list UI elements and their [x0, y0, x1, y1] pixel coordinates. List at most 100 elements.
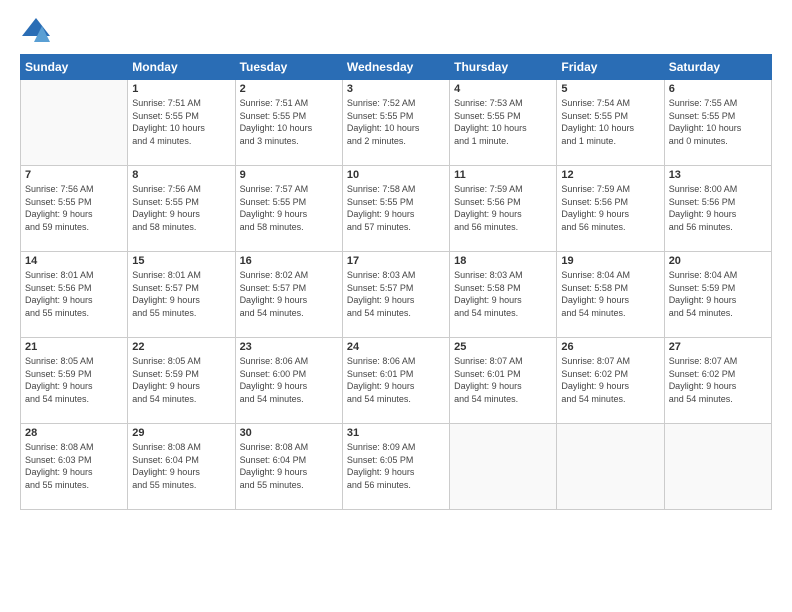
calendar-week-row: 14 Sunrise: 8:01 AMSunset: 5:56 PMDayligh…: [21, 252, 772, 338]
day-info: Sunrise: 8:06 AMSunset: 6:01 PMDaylight:…: [347, 355, 445, 405]
day-info: Sunrise: 7:51 AMSunset: 5:55 PMDaylight:…: [240, 97, 338, 147]
day-info: Sunrise: 8:00 AMSunset: 5:56 PMDaylight:…: [669, 183, 767, 233]
calendar-cell: 27 Sunrise: 8:07 AMSunset: 6:02 PMDayligh…: [664, 338, 771, 424]
day-info: Sunrise: 7:59 AMSunset: 5:56 PMDaylight:…: [454, 183, 552, 233]
day-number: 19: [561, 255, 659, 267]
weekday-header: Monday: [128, 55, 235, 80]
calendar-cell: 17 Sunrise: 8:03 AMSunset: 5:57 PMDayligh…: [342, 252, 449, 338]
calendar-cell: 9 Sunrise: 7:57 AMSunset: 5:55 PMDaylight…: [235, 166, 342, 252]
day-number: 8: [132, 169, 230, 181]
day-info: Sunrise: 8:01 AMSunset: 5:57 PMDaylight:…: [132, 269, 230, 319]
calendar-cell: 3Sunrise: 7:52 AMSunset: 5:55 PMDaylight…: [342, 80, 449, 166]
day-info: Sunrise: 8:07 AMSunset: 6:01 PMDaylight:…: [454, 355, 552, 405]
day-info: Sunrise: 8:08 AMSunset: 6:03 PMDaylight:…: [25, 441, 123, 491]
day-info: Sunrise: 7:56 AMSunset: 5:55 PMDaylight:…: [25, 183, 123, 233]
calendar-cell: [557, 424, 664, 510]
day-info: Sunrise: 7:55 AMSunset: 5:55 PMDaylight:…: [669, 97, 767, 147]
day-number: 13: [669, 169, 767, 181]
day-number: 7: [25, 169, 123, 181]
calendar-cell: 20Sunrise: 8:04 AMSunset: 5:59 PMDayligh…: [664, 252, 771, 338]
day-number: 5: [561, 83, 659, 95]
calendar-cell: 23Sunrise: 8:06 AMSunset: 6:00 PMDayligh…: [235, 338, 342, 424]
calendar-cell: 6 Sunrise: 7:55 AMSunset: 5:55 PMDaylight…: [664, 80, 771, 166]
day-info: Sunrise: 7:54 AMSunset: 5:55 PMDaylight:…: [561, 97, 659, 147]
calendar-cell: 10Sunrise: 7:58 AMSunset: 5:55 PMDayligh…: [342, 166, 449, 252]
weekday-header: Saturday: [664, 55, 771, 80]
calendar-cell: 24 Sunrise: 8:06 AMSunset: 6:01 PMDayligh…: [342, 338, 449, 424]
day-number: 15: [132, 255, 230, 267]
day-info: Sunrise: 8:06 AMSunset: 6:00 PMDaylight:…: [240, 355, 338, 405]
day-info: Sunrise: 8:05 AMSunset: 5:59 PMDaylight:…: [25, 355, 123, 405]
day-info: Sunrise: 8:09 AMSunset: 6:05 PMDaylight:…: [347, 441, 445, 491]
calendar-cell: 28 Sunrise: 8:08 AMSunset: 6:03 PMDayligh…: [21, 424, 128, 510]
day-number: 16: [240, 255, 338, 267]
calendar-week-row: 1 Sunrise: 7:51 AMSunset: 5:55 PMDaylight…: [21, 80, 772, 166]
calendar-cell: 16 Sunrise: 8:02 AMSunset: 5:57 PMDayligh…: [235, 252, 342, 338]
calendar: SundayMondayTuesdayWednesdayThursdayFrid…: [20, 54, 772, 600]
day-number: 28: [25, 427, 123, 439]
day-info: Sunrise: 8:07 AMSunset: 6:02 PMDaylight:…: [561, 355, 659, 405]
day-info: Sunrise: 8:01 AMSunset: 5:56 PMDaylight:…: [25, 269, 123, 319]
day-info: Sunrise: 7:57 AMSunset: 5:55 PMDaylight:…: [240, 183, 338, 233]
weekday-header: Sunday: [21, 55, 128, 80]
day-number: 1: [132, 83, 230, 95]
day-number: 11: [454, 169, 552, 181]
day-number: 12: [561, 169, 659, 181]
calendar-cell: 8 Sunrise: 7:56 AMSunset: 5:55 PMDaylight…: [128, 166, 235, 252]
calendar-cell: 25 Sunrise: 8:07 AMSunset: 6:01 PMDayligh…: [450, 338, 557, 424]
calendar-cell: [450, 424, 557, 510]
day-info: Sunrise: 8:04 AMSunset: 5:59 PMDaylight:…: [669, 269, 767, 319]
calendar-cell: 12Sunrise: 7:59 AMSunset: 5:56 PMDayligh…: [557, 166, 664, 252]
day-number: 2: [240, 83, 338, 95]
calendar-cell: 1 Sunrise: 7:51 AMSunset: 5:55 PMDaylight…: [128, 80, 235, 166]
day-info: Sunrise: 7:56 AMSunset: 5:55 PMDaylight:…: [132, 183, 230, 233]
day-number: 27: [669, 341, 767, 353]
calendar-cell: [21, 80, 128, 166]
calendar-cell: 4 Sunrise: 7:53 AMSunset: 5:55 PMDaylight…: [450, 80, 557, 166]
day-number: 14: [25, 255, 123, 267]
day-number: 9: [240, 169, 338, 181]
day-number: 31: [347, 427, 445, 439]
day-info: Sunrise: 8:07 AMSunset: 6:02 PMDaylight:…: [669, 355, 767, 405]
logo-icon: [20, 16, 52, 44]
weekday-header-row: SundayMondayTuesdayWednesdayThursdayFrid…: [21, 55, 772, 80]
day-number: 10: [347, 169, 445, 181]
weekday-header: Friday: [557, 55, 664, 80]
calendar-cell: 29Sunrise: 8:08 AMSunset: 6:04 PMDayligh…: [128, 424, 235, 510]
day-number: 26: [561, 341, 659, 353]
day-info: Sunrise: 8:08 AMSunset: 6:04 PMDaylight:…: [132, 441, 230, 491]
weekday-header: Wednesday: [342, 55, 449, 80]
day-number: 17: [347, 255, 445, 267]
day-number: 24: [347, 341, 445, 353]
calendar-cell: 13 Sunrise: 8:00 AMSunset: 5:56 PMDayligh…: [664, 166, 771, 252]
day-number: 25: [454, 341, 552, 353]
calendar-cell: 11 Sunrise: 7:59 AMSunset: 5:56 PMDayligh…: [450, 166, 557, 252]
calendar-cell: 26 Sunrise: 8:07 AMSunset: 6:02 PMDayligh…: [557, 338, 664, 424]
day-info: Sunrise: 8:04 AMSunset: 5:58 PMDaylight:…: [561, 269, 659, 319]
day-info: Sunrise: 8:03 AMSunset: 5:57 PMDaylight:…: [347, 269, 445, 319]
calendar-cell: 18Sunrise: 8:03 AMSunset: 5:58 PMDayligh…: [450, 252, 557, 338]
calendar-cell: 5 Sunrise: 7:54 AMSunset: 5:55 PMDaylight…: [557, 80, 664, 166]
day-info: Sunrise: 7:53 AMSunset: 5:55 PMDaylight:…: [454, 97, 552, 147]
day-number: 3: [347, 83, 445, 95]
calendar-cell: 31 Sunrise: 8:09 AMSunset: 6:05 PMDayligh…: [342, 424, 449, 510]
calendar-week-row: 21Sunrise: 8:05 AMSunset: 5:59 PMDayligh…: [21, 338, 772, 424]
day-info: Sunrise: 8:03 AMSunset: 5:58 PMDaylight:…: [454, 269, 552, 319]
day-number: 6: [669, 83, 767, 95]
day-info: Sunrise: 8:02 AMSunset: 5:57 PMDaylight:…: [240, 269, 338, 319]
calendar-cell: 14 Sunrise: 8:01 AMSunset: 5:56 PMDayligh…: [21, 252, 128, 338]
calendar-cell: 30Sunrise: 8:08 AMSunset: 6:04 PMDayligh…: [235, 424, 342, 510]
page: SundayMondayTuesdayWednesdayThursdayFrid…: [0, 0, 792, 612]
day-number: 4: [454, 83, 552, 95]
calendar-cell: 22Sunrise: 8:05 AMSunset: 5:59 PMDayligh…: [128, 338, 235, 424]
weekday-header: Thursday: [450, 55, 557, 80]
calendar-cell: 21Sunrise: 8:05 AMSunset: 5:59 PMDayligh…: [21, 338, 128, 424]
day-info: Sunrise: 8:08 AMSunset: 6:04 PMDaylight:…: [240, 441, 338, 491]
calendar-week-row: 28 Sunrise: 8:08 AMSunset: 6:03 PMDayligh…: [21, 424, 772, 510]
calendar-cell: 15 Sunrise: 8:01 AMSunset: 5:57 PMDayligh…: [128, 252, 235, 338]
calendar-cell: [664, 424, 771, 510]
day-number: 22: [132, 341, 230, 353]
weekday-header: Tuesday: [235, 55, 342, 80]
calendar-cell: 7 Sunrise: 7:56 AMSunset: 5:55 PMDaylight…: [21, 166, 128, 252]
day-info: Sunrise: 7:51 AMSunset: 5:55 PMDaylight:…: [132, 97, 230, 147]
